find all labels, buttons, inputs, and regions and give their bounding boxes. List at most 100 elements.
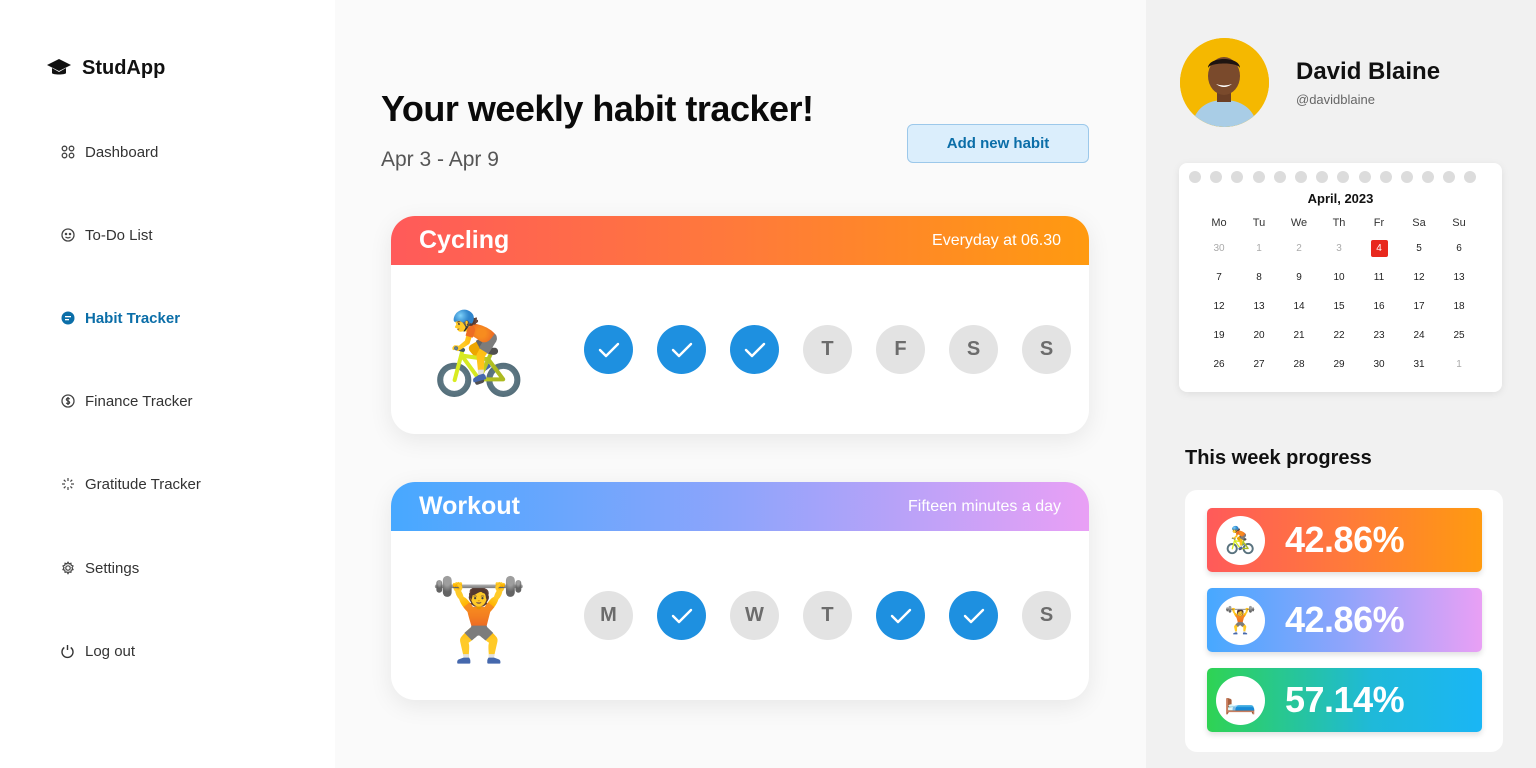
calendar-day[interactable]: 21 bbox=[1279, 330, 1319, 341]
add-habit-button[interactable]: Add new habit bbox=[907, 124, 1089, 163]
progress-bar-workout: 🏋️ 42.86% bbox=[1207, 588, 1482, 652]
weekday-label: Sa bbox=[1412, 217, 1426, 229]
calendar-day[interactable]: 15 bbox=[1319, 301, 1359, 312]
day-check-friday[interactable] bbox=[876, 591, 925, 640]
sidebar-item-todo[interactable]: To-Do List bbox=[60, 223, 300, 247]
calendar-day[interactable]: 24 bbox=[1399, 330, 1439, 341]
calendar-day[interactable]: 9 bbox=[1279, 272, 1319, 283]
calendar-day[interactable]: 6 bbox=[1439, 243, 1479, 254]
calendar-day[interactable]: 12 bbox=[1199, 301, 1239, 312]
binding-hole bbox=[1337, 171, 1350, 183]
day-check-wednesday[interactable]: W bbox=[730, 591, 779, 640]
calendar-day[interactable]: 8 bbox=[1239, 272, 1279, 283]
sidebar-item-label: Settings bbox=[85, 559, 140, 577]
calendar-day[interactable]: 13 bbox=[1239, 301, 1279, 312]
sidebar-item-finance-tracker[interactable]: Finance Tracker bbox=[60, 389, 300, 413]
day-check-tuesday[interactable] bbox=[657, 325, 706, 374]
progress-title: This week progress bbox=[1185, 447, 1372, 469]
checkmark-icon bbox=[744, 342, 765, 357]
sidebar-item-dashboard[interactable]: Dashboard bbox=[60, 140, 300, 164]
calendar-day[interactable]: 17 bbox=[1399, 301, 1439, 312]
cyclist-icon: 🚴 bbox=[1216, 515, 1265, 565]
calendar-day[interactable]: 7 bbox=[1199, 272, 1239, 283]
today-marker: 4 bbox=[1370, 240, 1388, 257]
calendar-day[interactable]: 10 bbox=[1319, 272, 1359, 283]
calendar-day[interactable]: 5 bbox=[1399, 243, 1439, 254]
calendar-day[interactable]: 30 bbox=[1359, 359, 1399, 370]
dollar-icon bbox=[60, 394, 75, 409]
habit-header: Workout Fifteen minutes a day bbox=[391, 482, 1089, 531]
calendar-day[interactable]: 13 bbox=[1439, 272, 1479, 283]
weekday-label: We bbox=[1290, 217, 1308, 229]
day-check-thursday[interactable]: T bbox=[803, 591, 852, 640]
day-check-saturday[interactable] bbox=[949, 591, 998, 640]
calendar-day[interactable]: 1 bbox=[1239, 243, 1279, 254]
progress-value: 57.14% bbox=[1285, 679, 1405, 720]
calendar-day[interactable]: 30 bbox=[1199, 243, 1239, 254]
binding-hole bbox=[1379, 171, 1392, 183]
calendar-day[interactable]: 20 bbox=[1239, 330, 1279, 341]
weekday-label: Su bbox=[1452, 217, 1466, 229]
calendar-day[interactable]: 12 bbox=[1399, 272, 1439, 283]
cyclist-icon: 🚴 bbox=[429, 309, 529, 398]
calendar-weekdays: Mo Tu We Th Fr Sa Su bbox=[1199, 212, 1499, 234]
calendar-day[interactable]: 25 bbox=[1439, 330, 1479, 341]
calendar-day[interactable]: 11 bbox=[1359, 272, 1399, 283]
calendar-week: 26 27 28 29 30 31 1 bbox=[1199, 350, 1499, 379]
calendar-day[interactable]: 16 bbox=[1359, 301, 1399, 312]
weekday-label: Fr bbox=[1373, 217, 1385, 229]
weekday-label: Mo bbox=[1211, 217, 1227, 229]
sidebar-item-label: Finance Tracker bbox=[85, 392, 193, 410]
calendar-day[interactable]: 29 bbox=[1319, 359, 1359, 370]
calendar-day[interactable]: 1 bbox=[1439, 359, 1479, 370]
day-check-monday[interactable]: M bbox=[584, 591, 633, 640]
sidebar-item-logout[interactable]: Log out bbox=[60, 639, 300, 663]
calendar-day[interactable]: 23 bbox=[1359, 330, 1399, 341]
day-check-sunday[interactable]: S bbox=[1022, 325, 1071, 374]
day-check-friday[interactable]: F bbox=[876, 325, 925, 374]
calendar-day[interactable]: 3 bbox=[1319, 243, 1359, 254]
calendar-day[interactable]: 2 bbox=[1279, 243, 1319, 254]
progress-value: 42.86% bbox=[1285, 519, 1405, 560]
calendar-day[interactable]: 27 bbox=[1239, 359, 1279, 370]
calendar-day[interactable]: 14 bbox=[1279, 301, 1319, 312]
progress-panel: 🚴 42.86% 🏋️ 42.86% 🛏️ 57.14% bbox=[1185, 490, 1503, 752]
bed-icon: 🛏️ bbox=[1216, 675, 1265, 725]
calendar-day[interactable]: 18 bbox=[1439, 301, 1479, 312]
power-icon bbox=[60, 644, 75, 659]
calendar-day[interactable]: 28 bbox=[1279, 359, 1319, 370]
weekday-label: Tu bbox=[1252, 217, 1266, 229]
day-check-sunday[interactable]: S bbox=[1022, 591, 1071, 640]
day-check-thursday[interactable]: T bbox=[803, 325, 852, 374]
sidebar: StudApp Dashboard To-Do List Habit Track… bbox=[0, 0, 335, 768]
day-check-monday[interactable] bbox=[584, 325, 633, 374]
gear-icon bbox=[60, 561, 75, 576]
sidebar-item-label: Log out bbox=[85, 642, 136, 660]
calendar-day[interactable]: 22 bbox=[1319, 330, 1359, 341]
day-check-saturday[interactable]: S bbox=[949, 325, 998, 374]
calendar-day[interactable]: 31 bbox=[1399, 359, 1439, 370]
day-check-wednesday[interactable] bbox=[730, 325, 779, 374]
calendar-week: 7 8 9 10 11 12 13 bbox=[1199, 263, 1499, 292]
page-title: Your weekly habit tracker! bbox=[381, 88, 814, 129]
calendar-day[interactable]: 26 bbox=[1199, 359, 1239, 370]
user-handle: @davidblaine bbox=[1296, 92, 1375, 107]
brand-name: StudApp bbox=[82, 56, 166, 79]
sidebar-item-gratitude-tracker[interactable]: Gratitude Tracker bbox=[60, 472, 300, 496]
calendar-day-today[interactable]: 4 bbox=[1359, 240, 1399, 257]
habit-name: Workout bbox=[419, 492, 520, 520]
progress-bar-cycling: 🚴 42.86% bbox=[1207, 508, 1482, 572]
progress-bar-sleep: 🛏️ 57.14% bbox=[1207, 668, 1482, 732]
calendar-week: 30 1 2 3 4 5 6 bbox=[1199, 234, 1499, 263]
sidebar-item-habit-tracker[interactable]: Habit Tracker bbox=[60, 306, 300, 330]
binding-hole bbox=[1294, 171, 1307, 183]
avatar[interactable] bbox=[1180, 38, 1269, 127]
habit-name: Cycling bbox=[419, 226, 510, 254]
brand[interactable]: StudApp bbox=[46, 55, 165, 81]
day-check-tuesday[interactable] bbox=[657, 591, 706, 640]
checkmark-icon bbox=[598, 342, 619, 357]
sparkle-icon bbox=[60, 477, 75, 492]
date-range: Apr 3 - Apr 9 bbox=[381, 148, 499, 171]
sidebar-item-settings[interactable]: Settings bbox=[60, 556, 300, 580]
calendar-day[interactable]: 19 bbox=[1199, 330, 1239, 341]
